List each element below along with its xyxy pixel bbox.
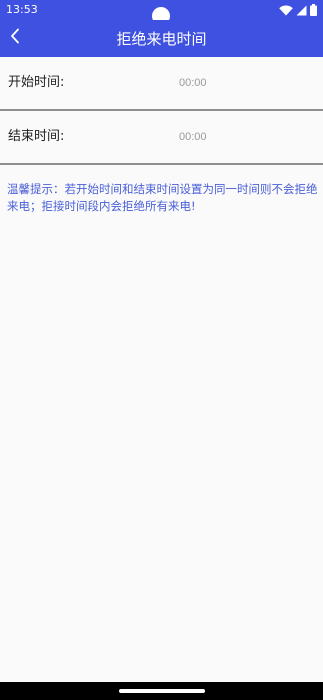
end-time-row[interactable]: 结束时间: 00:00 xyxy=(0,111,323,163)
tip-text: 温馨提示：若开始时间和结束时间设置为同一时间则不会拒绝来电；拒接时间段内会拒绝所… xyxy=(7,182,318,213)
status-time: 13:53 xyxy=(6,3,38,16)
navigation-bar xyxy=(0,682,323,700)
app-bar: 拒绝来电时间 xyxy=(0,20,323,57)
battery-icon xyxy=(310,4,317,16)
signal-icon xyxy=(296,5,307,16)
start-time-value[interactable]: 00:00 xyxy=(179,76,207,90)
status-icons xyxy=(279,2,317,18)
start-time-label: 开始时间: xyxy=(8,75,65,90)
home-handle[interactable] xyxy=(119,689,205,693)
wifi-icon xyxy=(279,4,293,16)
page-title: 拒绝来电时间 xyxy=(116,30,207,48)
divider xyxy=(0,163,323,165)
end-time-value[interactable]: 00:00 xyxy=(179,130,207,144)
status-bar: 13:53 xyxy=(0,0,323,25)
start-time-row[interactable]: 开始时间: 00:00 xyxy=(0,57,323,109)
end-time-label: 结束时间: xyxy=(8,129,65,144)
